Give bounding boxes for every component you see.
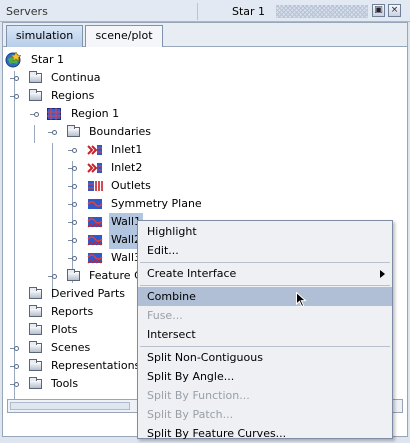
region-icon [47,108,61,120]
window-titlebar: Servers Star 1 ▣ × [0,0,410,22]
tree-item-outlets[interactable]: Outlets [3,177,203,195]
expand-icon[interactable] [68,182,77,191]
tree-item-label: Continua [51,71,101,84]
tree-item-continua[interactable]: Continua [3,69,203,87]
symmetry-boundary-icon [87,199,103,209]
tree-item-label: Boundaries [89,125,152,138]
menu-item-split-by-patch: Split By Patch... [147,408,234,421]
title-drag-area[interactable] [276,5,368,18]
expand-icon[interactable] [68,200,77,209]
wall-boundary-icon [87,253,103,264]
context-menu: Highlight Edit... Create Interface Combi… [137,220,393,440]
expand-icon[interactable] [68,146,77,155]
menu-separator [140,262,390,263]
menu-item-intersect[interactable]: Intersect [138,325,392,344]
collapse-icon[interactable] [30,110,39,119]
tree-item-label: Feature C [89,269,142,282]
folder-icon [29,323,42,335]
tree-item-label: Inlet1 [111,143,143,156]
folder-icon [29,305,42,317]
folder-icon [67,269,80,281]
expand-icon[interactable] [68,254,77,263]
tree-item-label: Derived Parts [51,287,126,300]
menu-item-highlight[interactable]: Highlight [138,222,392,241]
tree-item-inlet2[interactable]: Inlet2 [3,159,203,177]
tree-item-label: Plots [51,323,78,336]
tree-item-label: Inlet2 [111,161,143,174]
expand-icon[interactable] [10,362,19,371]
menu-item-split-non-contiguous[interactable]: Split Non-Contiguous [138,348,392,367]
tree-item-label: Regions [51,89,95,102]
inlet-boundary-icon [87,163,102,173]
submenu-arrow-icon [380,270,385,278]
tree-item-label: Reports [51,305,94,318]
folder-icon [29,377,42,389]
tree-item-root[interactable]: Star 1 [5,51,205,69]
folder-icon [29,71,42,83]
tab-scene-plot[interactable]: scene/plot [85,25,163,47]
restore-icon[interactable]: ▣ [372,4,385,17]
tree-item-symmetry-plane[interactable]: Symmetry Plane [3,195,203,213]
tree-item-label: Star 1 [31,53,65,66]
tree-item-inlet1[interactable]: Inlet1 [3,141,203,159]
menu-item-label: Create Interface [147,267,237,280]
collapse-icon[interactable] [48,128,57,137]
inlet-boundary-icon [87,145,102,155]
menu-separator [140,346,390,347]
folder-icon [29,341,42,353]
expand-icon[interactable] [10,344,19,353]
expand-icon[interactable] [68,218,77,227]
menu-item-split-by-angle[interactable]: Split By Angle... [138,367,392,386]
expand-icon[interactable] [68,236,77,245]
menu-item-combine[interactable]: Combine [138,287,392,306]
collapse-icon[interactable] [10,92,19,101]
tree-item-label: Tools [51,377,79,390]
tree-item-boundaries[interactable]: Boundaries [3,123,203,141]
menu-separator [140,285,390,286]
folder-icon [29,89,42,101]
mouse-cursor-icon [296,292,307,308]
expand-icon[interactable] [68,164,77,173]
tree-item-label: Outlets [111,179,151,192]
star-window-title: Star 1 [232,5,266,18]
tree-item-label: Symmetry Plane [111,197,202,210]
folder-icon [29,359,42,371]
servers-tab[interactable]: Servers [2,3,198,20]
tree-item-region1[interactable]: Region 1 [3,105,203,123]
folder-icon [29,287,42,299]
scrollbar-thumb[interactable] [10,402,130,410]
tab-simulation[interactable]: simulation [6,25,83,47]
tree-item-feature-curves[interactable]: Feature C [3,267,143,285]
wall-boundary-icon [87,235,103,246]
tree-item-label: Representations [51,359,141,372]
folder-icon [67,125,80,137]
outlet-boundary-icon [88,181,103,191]
menu-item-split-by-function: Split By Function... [147,389,250,402]
tree-item-label: Region 1 [71,107,120,120]
menu-item-create-interface[interactable]: Create Interface [138,264,392,283]
wall-boundary-icon [87,217,103,228]
menu-item-edit[interactable]: Edit... [138,241,392,260]
star-globe-icon [5,52,21,68]
expand-icon[interactable] [10,74,19,83]
expand-icon[interactable] [48,272,57,281]
expand-icon[interactable] [10,380,19,389]
close-icon[interactable]: × [388,4,401,17]
menu-item-fuse: Fuse... [147,309,183,322]
menu-item-split-by-feature-curves[interactable]: Split By Feature Curves... [138,424,392,443]
tree-item-label: Scenes [51,341,91,354]
tree-item-regions[interactable]: Regions [3,87,203,105]
tab-strip: simulation scene/plot [3,23,407,47]
